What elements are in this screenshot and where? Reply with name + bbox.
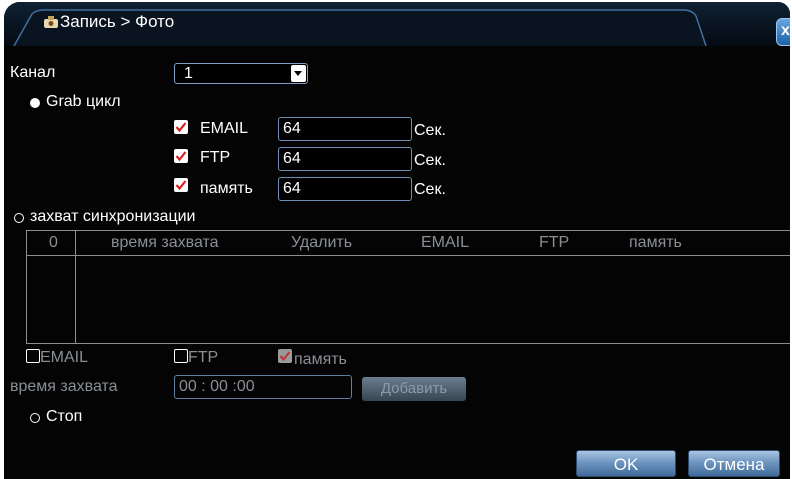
sync-memory-label: память — [294, 351, 347, 368]
table-header-memory: память — [629, 234, 682, 251]
table-header-index: 0 — [49, 234, 58, 251]
memory-checkbox[interactable] — [174, 178, 188, 192]
cancel-button[interactable]: Отмена — [688, 450, 780, 477]
ftp-unit: Сек. — [414, 152, 446, 169]
channel-label: Канал — [10, 64, 56, 81]
table-header-email: EMAIL — [421, 234, 470, 251]
memory-interval-input[interactable]: 64 — [278, 177, 412, 201]
stop-label: Стоп — [46, 408, 83, 425]
table-header-capture-time: время захвата — [111, 234, 219, 251]
ftp-label: FTP — [200, 149, 231, 166]
sync-email-label: EMAIL — [40, 349, 89, 366]
grab-cycle-label: Grab цикл — [46, 93, 121, 110]
email-interval-input[interactable]: 64 — [278, 117, 412, 141]
window-title: Запись > Фото — [60, 12, 175, 31]
email-checkbox[interactable] — [174, 120, 188, 134]
check-icon — [175, 151, 187, 162]
grab-cycle-radio[interactable] — [30, 98, 40, 108]
channel-value: 1 — [184, 65, 193, 82]
check-icon — [175, 180, 187, 191]
title-bar: Запись > Фото x — [4, 2, 790, 46]
channel-select[interactable]: 1 — [174, 63, 308, 84]
stop-radio[interactable] — [30, 413, 40, 423]
check-icon — [175, 122, 187, 133]
email-label: EMAIL — [200, 120, 249, 137]
table-header-ftp: FTP — [539, 234, 570, 251]
add-button[interactable]: Добавить — [362, 377, 466, 401]
camera-icon — [44, 15, 58, 28]
check-icon — [279, 351, 291, 362]
memory-label: память — [200, 180, 253, 197]
photo-record-window: Запись > Фото x Канал 1 Grab цикл EMAIL … — [4, 2, 790, 479]
sync-ftp-checkbox[interactable] — [174, 349, 188, 363]
ok-button[interactable]: OK — [576, 450, 676, 477]
capture-time-input[interactable]: 00 : 00 :00 — [174, 375, 352, 399]
sync-memory-checkbox[interactable] — [278, 349, 292, 363]
memory-unit: Сек. — [414, 181, 446, 198]
sync-capture-radio[interactable] — [14, 213, 24, 223]
capture-schedule-table: 0 время захвата Удалить EMAIL FTP память — [26, 230, 790, 344]
table-header-divider — [27, 255, 790, 256]
sync-ftp-label: FTP — [188, 349, 219, 366]
sync-capture-label: захват синхронизации — [30, 208, 196, 225]
sync-email-checkbox[interactable] — [26, 349, 40, 363]
close-button[interactable]: x — [776, 18, 790, 46]
ftp-checkbox[interactable] — [174, 149, 188, 163]
table-divider — [75, 231, 76, 343]
capture-time-label: время захвата — [10, 378, 118, 395]
chevron-down-icon[interactable] — [291, 65, 306, 82]
table-header-delete: Удалить — [291, 234, 353, 251]
email-unit: Сек. — [414, 122, 446, 139]
ftp-interval-input[interactable]: 64 — [278, 147, 412, 171]
